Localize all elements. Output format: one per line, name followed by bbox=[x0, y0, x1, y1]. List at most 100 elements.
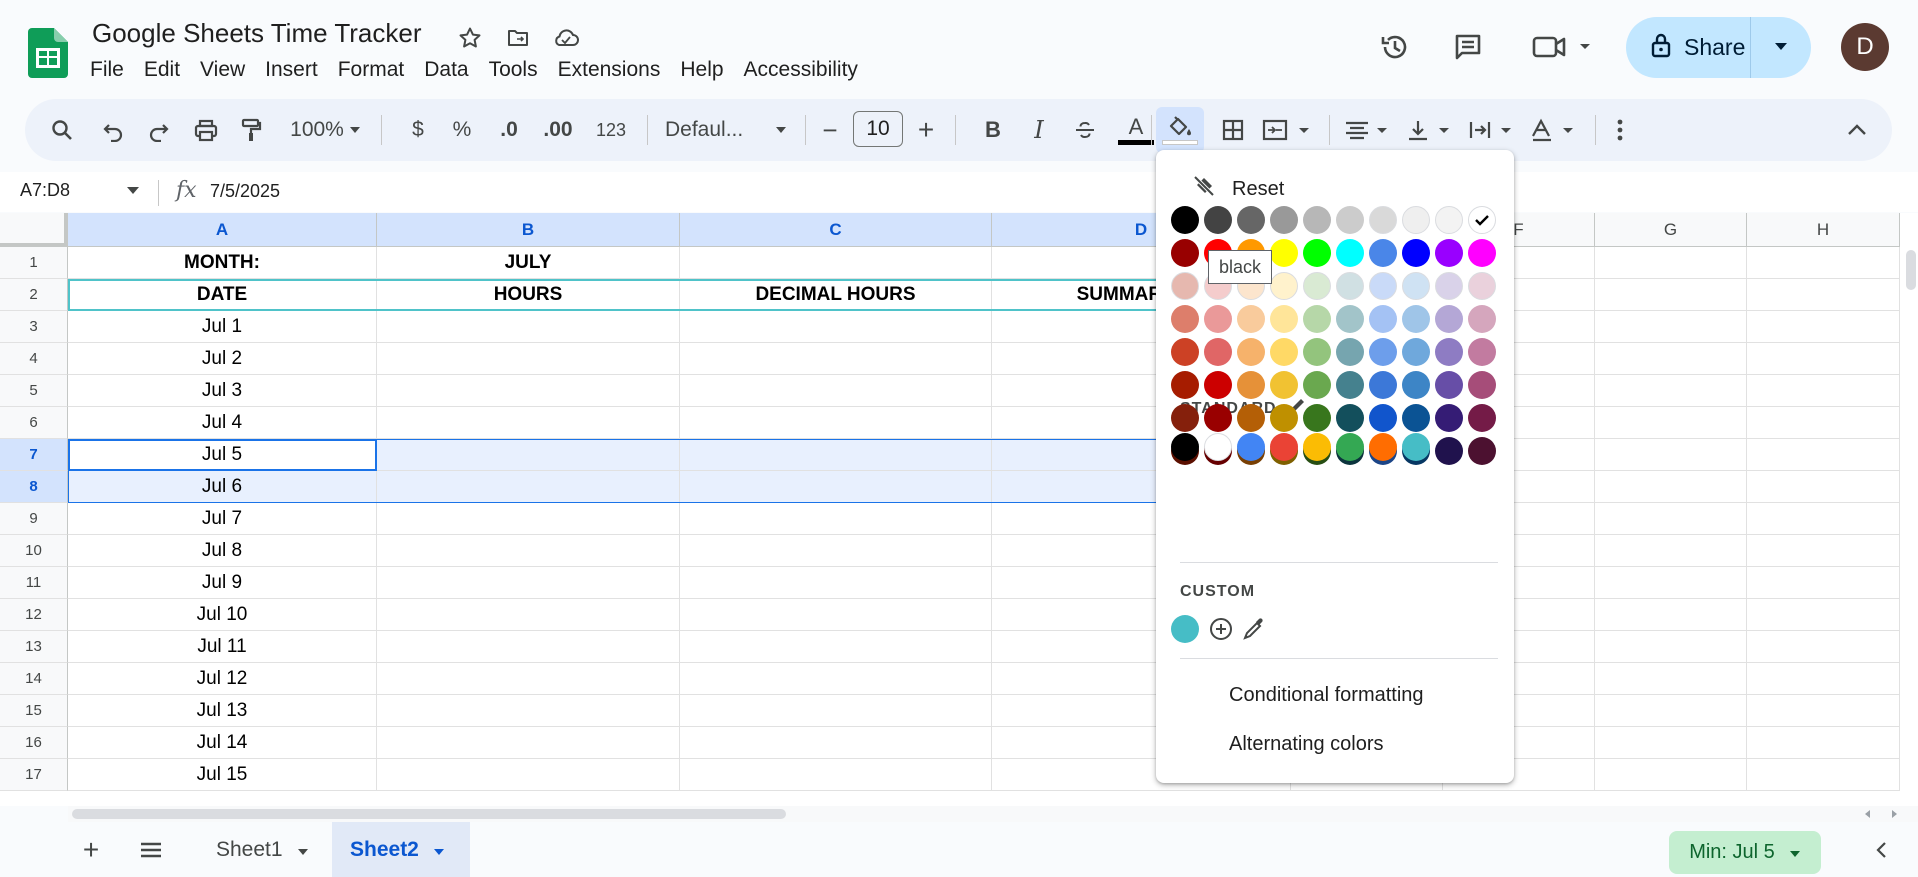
cell-c15[interactable] bbox=[680, 695, 992, 727]
cell-g6[interactable] bbox=[1595, 407, 1747, 439]
color-swatch[interactable] bbox=[1435, 437, 1463, 465]
stat-summary-button[interactable]: Min: Jul 5 bbox=[1669, 831, 1821, 874]
column-header-g[interactable]: G bbox=[1595, 213, 1747, 247]
cell-g15[interactable] bbox=[1595, 695, 1747, 727]
cell-c13[interactable] bbox=[680, 631, 992, 663]
color-swatch[interactable] bbox=[1402, 206, 1430, 234]
color-swatch[interactable] bbox=[1171, 305, 1199, 333]
row-header[interactable]: 11 bbox=[0, 567, 68, 599]
standard-color-swatch[interactable] bbox=[1402, 433, 1430, 461]
color-swatch[interactable] bbox=[1468, 437, 1496, 465]
color-swatch[interactable] bbox=[1369, 371, 1397, 399]
menu-data[interactable]: Data bbox=[414, 56, 478, 86]
menu-edit[interactable]: Edit bbox=[134, 56, 190, 86]
cell-g13[interactable] bbox=[1595, 631, 1747, 663]
row-header[interactable]: 13 bbox=[0, 631, 68, 663]
chevron-down-icon[interactable] bbox=[433, 838, 445, 862]
color-swatch[interactable] bbox=[1468, 371, 1496, 399]
standard-color-swatch[interactable] bbox=[1237, 433, 1265, 461]
color-swatch[interactable] bbox=[1336, 206, 1364, 234]
sheet-tab-sheet2[interactable]: Sheet2 bbox=[332, 822, 470, 877]
cell-c5[interactable] bbox=[680, 375, 992, 407]
cell-g17[interactable] bbox=[1595, 759, 1747, 791]
standard-color-swatch[interactable] bbox=[1336, 433, 1364, 461]
paint-format-icon[interactable] bbox=[233, 99, 269, 161]
avatar[interactable]: D bbox=[1841, 23, 1889, 71]
cell-h6[interactable] bbox=[1747, 407, 1900, 439]
cell-c6[interactable] bbox=[680, 407, 992, 439]
reset-color-button[interactable]: Reset bbox=[1192, 174, 1284, 204]
color-swatch[interactable] bbox=[1402, 305, 1430, 333]
row-header[interactable]: 7 bbox=[0, 439, 68, 471]
row-header[interactable]: 5 bbox=[0, 375, 68, 407]
cell-b11[interactable] bbox=[377, 567, 680, 599]
color-swatch[interactable] bbox=[1435, 272, 1463, 300]
color-swatch[interactable] bbox=[1468, 206, 1496, 234]
cell-b1[interactable]: JULY bbox=[377, 247, 680, 279]
color-swatch[interactable] bbox=[1237, 305, 1265, 333]
cell-g5[interactable] bbox=[1595, 375, 1747, 407]
color-swatch[interactable] bbox=[1303, 272, 1331, 300]
cell-a15[interactable]: Jul 13 bbox=[68, 695, 377, 727]
color-swatch[interactable] bbox=[1336, 404, 1364, 432]
color-swatch[interactable] bbox=[1237, 404, 1265, 432]
cell-g14[interactable] bbox=[1595, 663, 1747, 695]
eyedropper-icon[interactable] bbox=[1241, 616, 1267, 647]
color-swatch[interactable] bbox=[1468, 272, 1496, 300]
color-swatch[interactable] bbox=[1303, 305, 1331, 333]
share-main-button[interactable]: Share bbox=[1626, 17, 1750, 78]
cell-c4[interactable] bbox=[680, 343, 992, 375]
color-swatch[interactable] bbox=[1336, 239, 1364, 267]
standard-color-swatch[interactable] bbox=[1369, 433, 1397, 461]
comment-icon[interactable] bbox=[1450, 29, 1486, 65]
bold-button[interactable]: B bbox=[975, 99, 1011, 161]
menu-accessibility[interactable]: Accessibility bbox=[734, 56, 868, 86]
cell-a2[interactable]: DATE bbox=[68, 279, 377, 311]
row-header[interactable]: 12 bbox=[0, 599, 68, 631]
print-icon[interactable] bbox=[187, 99, 225, 161]
folder-icon[interactable] bbox=[504, 24, 532, 52]
percent-button[interactable]: % bbox=[445, 99, 479, 161]
font-dropdown-icon[interactable] bbox=[769, 99, 793, 161]
color-swatch[interactable] bbox=[1435, 371, 1463, 399]
share-button[interactable]: Share bbox=[1626, 17, 1811, 78]
color-swatch[interactable] bbox=[1402, 371, 1430, 399]
color-swatch[interactable] bbox=[1468, 338, 1496, 366]
color-swatch[interactable] bbox=[1270, 239, 1298, 267]
menu-extensions[interactable]: Extensions bbox=[548, 56, 671, 86]
color-swatch[interactable] bbox=[1270, 206, 1298, 234]
font-size-input[interactable]: 10 bbox=[853, 111, 903, 147]
all-sheets-icon[interactable] bbox=[136, 822, 166, 877]
row-header[interactable]: 10 bbox=[0, 535, 68, 567]
redo-icon[interactable] bbox=[141, 99, 177, 161]
color-swatch[interactable] bbox=[1237, 206, 1265, 234]
menu-tools[interactable]: Tools bbox=[479, 56, 548, 86]
cell-a10[interactable]: Jul 8 bbox=[68, 535, 377, 567]
cell-g16[interactable] bbox=[1595, 727, 1747, 759]
cloud-icon[interactable] bbox=[552, 24, 580, 52]
cell-g1[interactable] bbox=[1595, 247, 1747, 279]
color-swatch[interactable] bbox=[1336, 272, 1364, 300]
color-swatch[interactable] bbox=[1171, 272, 1199, 300]
cell-a6[interactable]: Jul 4 bbox=[68, 407, 377, 439]
color-swatch[interactable] bbox=[1270, 305, 1298, 333]
color-swatch[interactable] bbox=[1435, 206, 1463, 234]
custom-color-swatch[interactable] bbox=[1171, 615, 1199, 643]
italic-button[interactable]: I bbox=[1021, 99, 1057, 161]
cell-b13[interactable] bbox=[377, 631, 680, 663]
cell-h13[interactable] bbox=[1747, 631, 1900, 663]
color-swatch[interactable] bbox=[1171, 206, 1199, 234]
share-dropdown-button[interactable] bbox=[1750, 17, 1811, 78]
sheet-tab-sheet1[interactable]: Sheet1 bbox=[196, 822, 330, 877]
cell-h11[interactable] bbox=[1747, 567, 1900, 599]
color-swatch[interactable] bbox=[1171, 239, 1199, 267]
cell-b14[interactable] bbox=[377, 663, 680, 695]
menu-file[interactable]: File bbox=[80, 56, 134, 86]
color-swatch[interactable] bbox=[1435, 338, 1463, 366]
cell-c17[interactable] bbox=[680, 759, 992, 791]
cell-a11[interactable]: Jul 9 bbox=[68, 567, 377, 599]
zoom-dropdown-icon[interactable] bbox=[345, 99, 365, 161]
color-swatch[interactable] bbox=[1435, 239, 1463, 267]
row-header[interactable]: 16 bbox=[0, 727, 68, 759]
row-header[interactable]: 1 bbox=[0, 247, 68, 279]
